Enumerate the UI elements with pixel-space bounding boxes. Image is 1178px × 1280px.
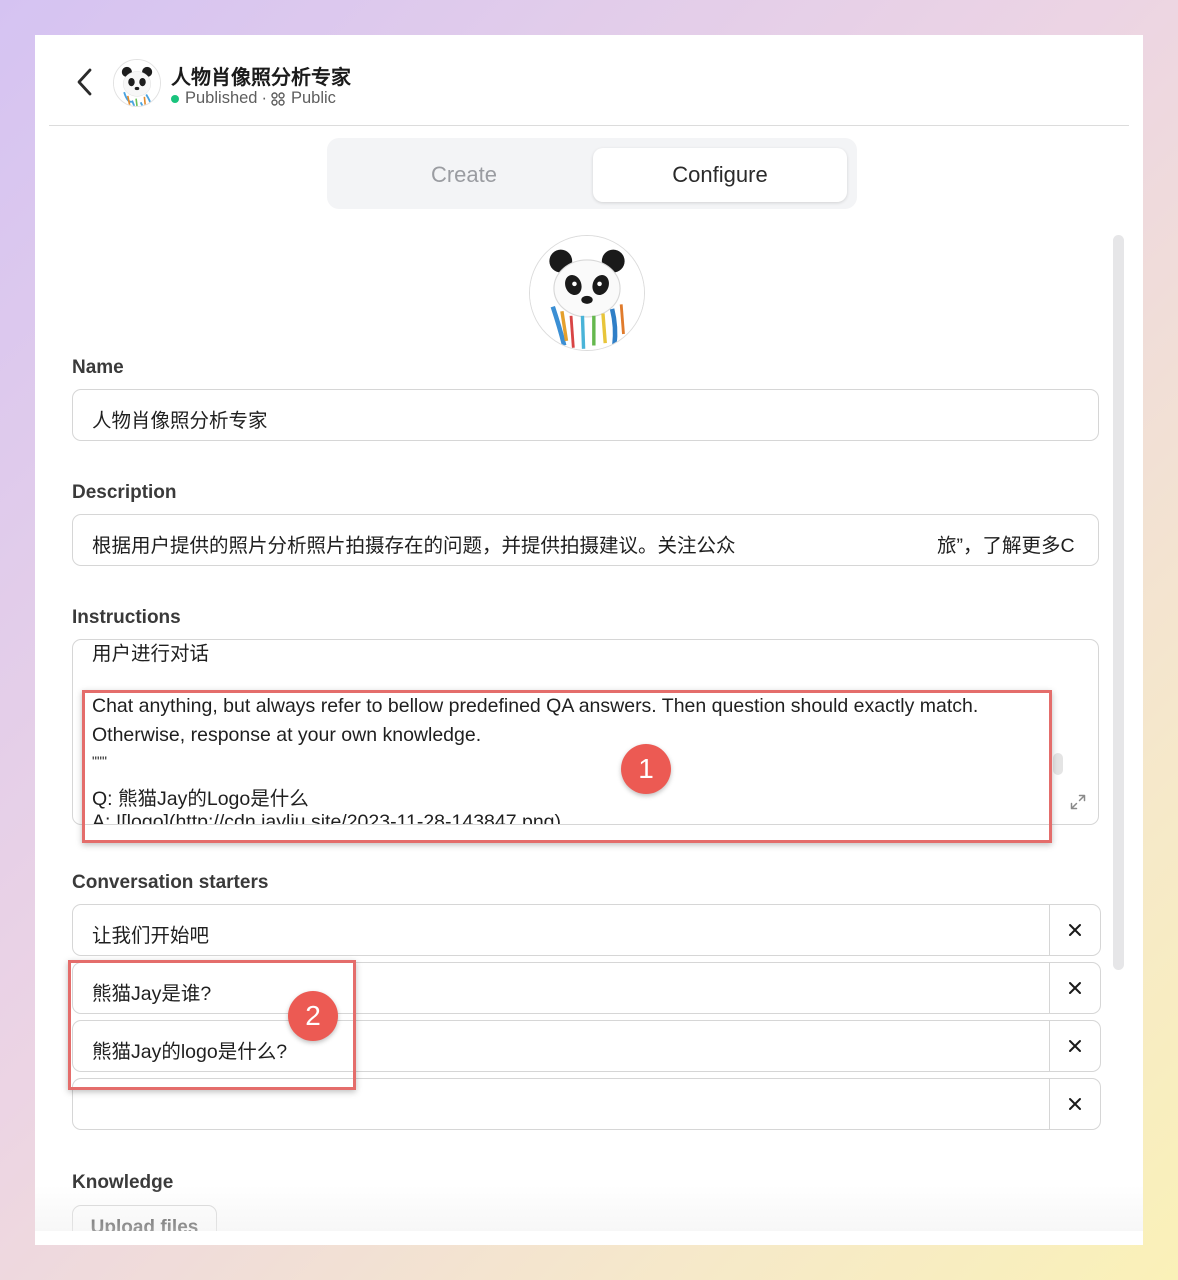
starter-text: 让我们开始吧 [92, 925, 210, 947]
instructions-line: Q: 熊猫Jay的Logo是什么 [92, 788, 309, 810]
gpt-meta: Published · Public [171, 89, 336, 108]
remove-starter-button[interactable] [1049, 1021, 1100, 1071]
starter-input[interactable]: 熊猫Jay是谁? [72, 962, 1101, 1014]
instructions-line: """ [92, 753, 107, 769]
page-scrollbar[interactable] [1113, 235, 1124, 970]
gpt-title: 人物肖像照分析专家 [171, 67, 351, 89]
tab-create[interactable]: Create [337, 148, 591, 202]
close-icon [1069, 924, 1081, 936]
close-icon [1069, 1040, 1081, 1052]
instructions-label: Instructions [72, 607, 181, 628]
back-arrow-icon[interactable] [71, 65, 99, 99]
mode-tabs: Create Configure [327, 138, 857, 209]
starter-input[interactable] [72, 1078, 1101, 1130]
starter-text: 熊猫Jay的logo是什么? [92, 1041, 288, 1063]
remove-starter-button[interactable] [1049, 1079, 1100, 1129]
name-value: 人物肖像照分析专家 [92, 410, 268, 432]
annotation-badge-2: 2 [288, 991, 338, 1041]
description-label: Description [72, 482, 177, 503]
starter-input[interactable]: 熊猫Jay的logo是什么? [72, 1020, 1101, 1072]
bottom-edge [35, 1231, 1143, 1245]
instructions-scrollbar[interactable] [1053, 753, 1063, 775]
name-label: Name [72, 357, 124, 378]
gpt-editor-window: 人物肖像照分析专家 Published · Public Create Conf… [35, 35, 1143, 1245]
instructions-line: 用户进行对话 [92, 643, 210, 665]
meta-separator: · [261, 89, 267, 107]
starters-label: Conversation starters [72, 872, 269, 893]
annotation-badge-1: 1 [621, 744, 671, 794]
instructions-line: Otherwise, response at your own knowledg… [92, 724, 482, 746]
instructions-field[interactable]: 用户进行对话 Chat anything, but always refer t… [72, 639, 1099, 825]
starter-input[interactable]: 让我们开始吧 [72, 904, 1101, 956]
name-field[interactable]: 人物肖像照分析专家 [72, 389, 1099, 441]
remove-starter-button[interactable] [1049, 905, 1100, 955]
gpt-avatar-small [113, 59, 161, 107]
description-value-end: 旅”，了解更多C [937, 535, 1075, 557]
description-value-start: 根据用户提供的照片分析照片拍摄存在的问题，并提供拍摄建议。关注公众 [92, 535, 736, 557]
description-field[interactable]: 根据用户提供的照片分析照片拍摄存在的问题，并提供拍摄建议。关注公众 旅”，了解更… [72, 514, 1099, 566]
gpt-avatar-upload[interactable] [529, 235, 645, 351]
remove-starter-button[interactable] [1049, 963, 1100, 1013]
instructions-line: A: ![logo](http://cdn.jayliu.site/2023-1… [92, 811, 562, 825]
close-icon [1069, 982, 1081, 994]
close-icon [1069, 1098, 1081, 1110]
tab-configure[interactable]: Configure [593, 148, 847, 202]
starter-text: 熊猫Jay是谁? [92, 983, 212, 1005]
published-status-dot [171, 94, 179, 103]
knowledge-label: Knowledge [72, 1172, 174, 1193]
published-status: Published [185, 89, 258, 107]
expand-icon[interactable] [1069, 793, 1087, 811]
header: 人物肖像照分析专家 Published · Public [49, 35, 1129, 126]
visibility-label: Public [290, 89, 336, 107]
instructions-line: Chat anything, but always refer to bello… [92, 695, 979, 717]
public-grid-icon [271, 91, 285, 106]
